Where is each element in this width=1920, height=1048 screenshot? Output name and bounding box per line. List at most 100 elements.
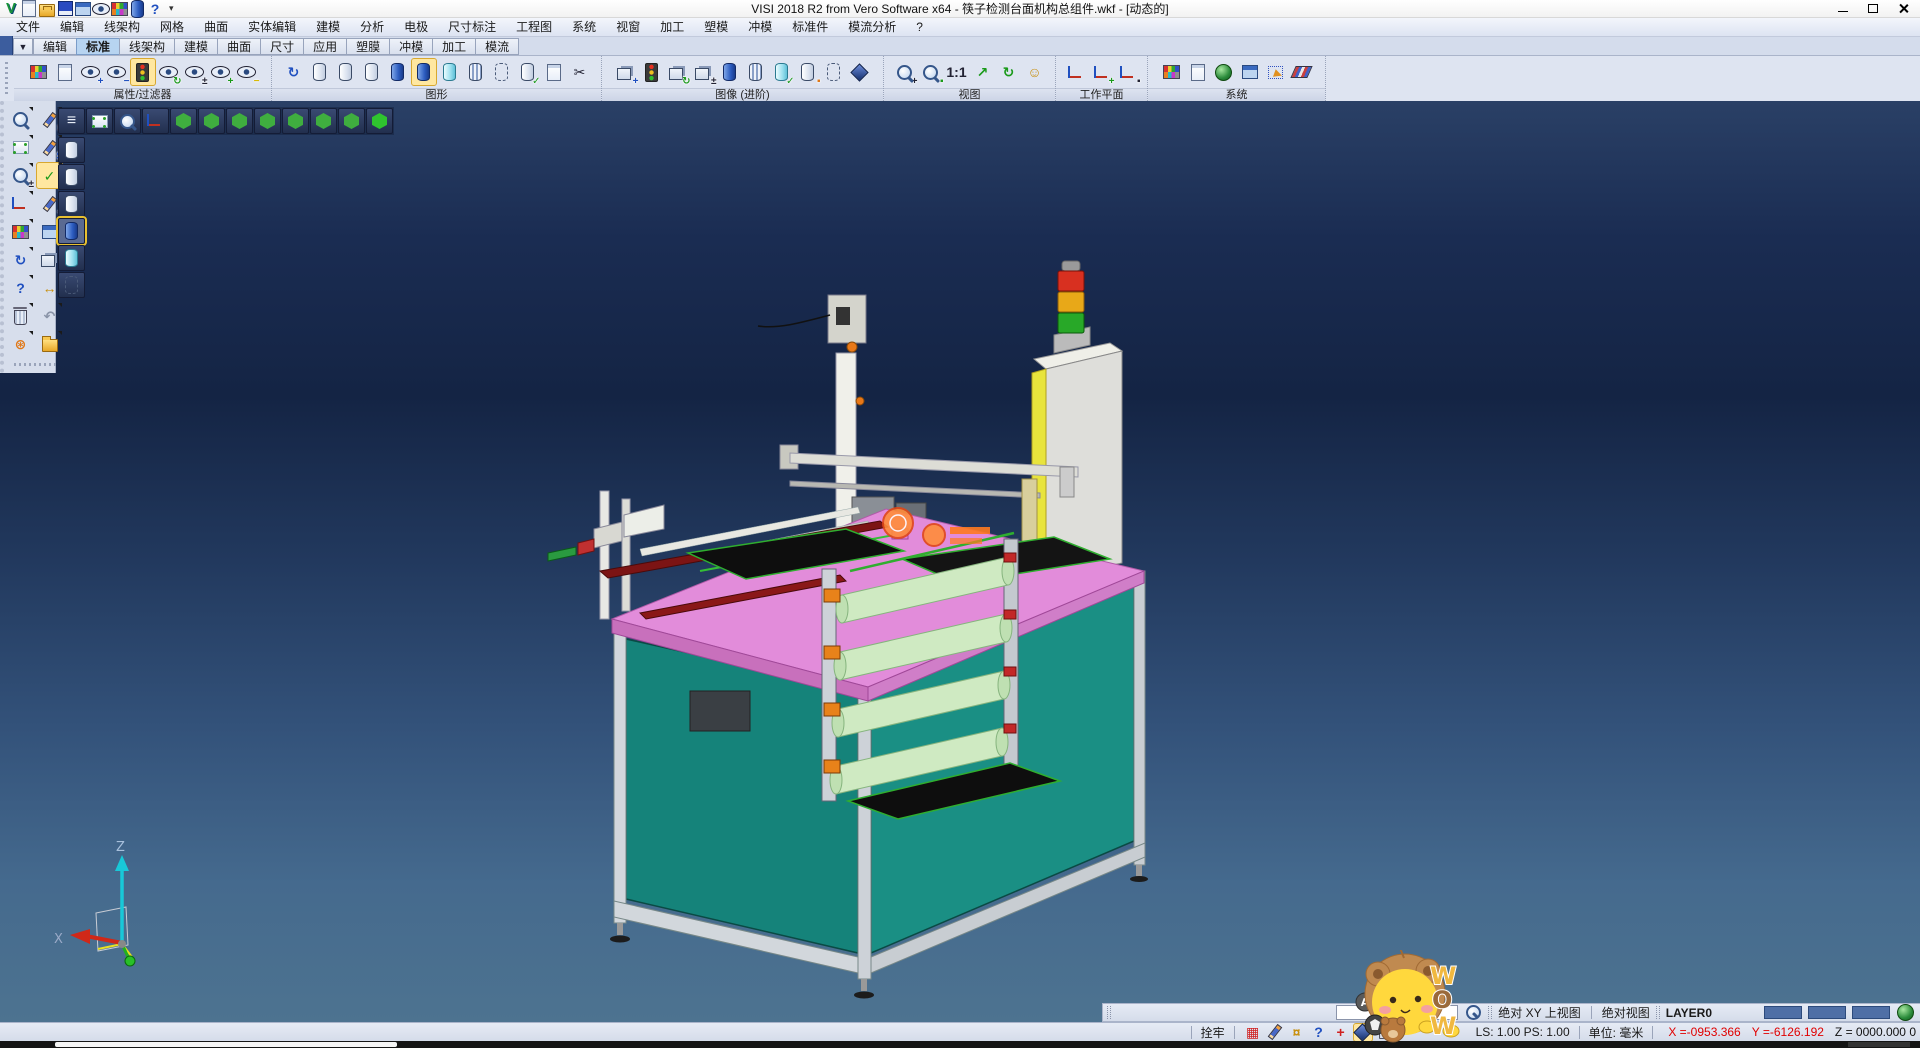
- tab[interactable]: 尺寸: [260, 38, 304, 55]
- zoom-dynamic-icon[interactable]: [8, 107, 33, 132]
- menu-item[interactable]: 编辑: [50, 18, 94, 36]
- render-wire-top-icon[interactable]: [58, 137, 85, 163]
- zoom-extents-icon[interactable]: ±: [8, 163, 33, 188]
- zoom-view-icon[interactable]: [114, 108, 141, 134]
- show-entities-icon[interactable]: +: [79, 59, 103, 85]
- render-icon[interactable]: [128, 1, 146, 17]
- print-icon[interactable]: [74, 1, 92, 17]
- zoom-window-icon[interactable]: [8, 135, 33, 160]
- menu-item[interactable]: 尺寸标注: [438, 18, 506, 36]
- invert-visibility-icon[interactable]: ±: [183, 59, 207, 85]
- tab[interactable]: 线架构: [119, 38, 175, 55]
- tab[interactable]: 编辑: [33, 38, 77, 55]
- menu-item[interactable]: 加工: [650, 18, 694, 36]
- minimize-button[interactable]: [1828, 1, 1858, 17]
- toggle-image-cube-icon[interactable]: ±: [692, 59, 716, 85]
- view-left-icon[interactable]: [282, 108, 309, 134]
- regen-graphics-icon[interactable]: ↻: [282, 59, 306, 85]
- help-icon[interactable]: ?: [146, 1, 164, 17]
- menu-item[interactable]: 工程图: [506, 18, 562, 36]
- menu-item[interactable]: 系统: [562, 18, 606, 36]
- view-front-icon[interactable]: [226, 108, 253, 134]
- refresh-image-cube-icon[interactable]: ↻: [666, 59, 690, 85]
- tab[interactable]: 冲模: [389, 38, 433, 55]
- layer-color-swatch-3[interactable]: [1852, 1006, 1890, 1019]
- menu-item[interactable]: 分析: [350, 18, 394, 36]
- tab[interactable]: 塑膜: [346, 38, 390, 55]
- quick-help-icon[interactable]: ?: [1310, 1024, 1328, 1041]
- refresh-view-icon[interactable]: ↻: [997, 59, 1021, 85]
- menu-item[interactable]: 电极: [394, 18, 438, 36]
- layer-color-swatch-1[interactable]: [1764, 1006, 1802, 1019]
- render-wireframe-icon[interactable]: [58, 164, 85, 190]
- system-globe-icon[interactable]: [1212, 59, 1236, 85]
- regen-view-icon[interactable]: ↻: [8, 247, 33, 272]
- refresh-visibility-icon[interactable]: ↻: [157, 59, 181, 85]
- grid-settings-icon[interactable]: [1290, 59, 1314, 85]
- globe-icon[interactable]: [1896, 1004, 1914, 1021]
- shaded-mode-icon[interactable]: [386, 59, 410, 85]
- tab[interactable]: 应用: [303, 38, 347, 55]
- edit-mode-icon[interactable]: [1266, 1024, 1284, 1041]
- workplane-xyz-icon[interactable]: [1064, 59, 1088, 85]
- delete-icon[interactable]: [8, 303, 33, 328]
- tab[interactable]: 曲面: [217, 38, 261, 55]
- open-file-icon[interactable]: [38, 1, 56, 17]
- striped-cylinder-icon[interactable]: [744, 59, 768, 85]
- grid-toggle-icon[interactable]: ▦: [1244, 1024, 1262, 1041]
- fit-view-icon[interactable]: [86, 108, 113, 134]
- toolbar-grip[interactable]: [1656, 1006, 1660, 1019]
- menu-item[interactable]: 视窗: [606, 18, 650, 36]
- menu-item[interactable]: 文件: [6, 18, 50, 36]
- copy-attributes-icon[interactable]: [53, 59, 77, 85]
- calculator-icon[interactable]: [1186, 59, 1210, 85]
- dynamic-rotate-icon[interactable]: [8, 191, 33, 216]
- maximize-button[interactable]: [1858, 1, 1888, 17]
- isometric-axis-icon[interactable]: [142, 108, 169, 134]
- menu-item[interactable]: 线架构: [94, 18, 150, 36]
- menu-item[interactable]: 建模: [306, 18, 350, 36]
- striped-mode-icon[interactable]: [464, 59, 488, 85]
- wireframe-mode-icon[interactable]: [308, 59, 332, 85]
- section-cut-icon[interactable]: ✂: [568, 59, 592, 85]
- workplane-entity-icon[interactable]: +: [1090, 59, 1114, 85]
- menu-item[interactable]: 标准件: [782, 18, 838, 36]
- save-icon[interactable]: [56, 1, 74, 17]
- shaded-cylinder-icon[interactable]: [718, 59, 742, 85]
- tab[interactable]: 加工: [432, 38, 476, 55]
- view-bottom-icon[interactable]: [198, 108, 225, 134]
- menu-item[interactable]: 模流分析: [838, 18, 906, 36]
- show-all-icon[interactable]: +: [209, 59, 233, 85]
- viewport-canvas[interactable]: ≡: [0, 101, 1920, 1022]
- tab[interactable]: 标准: [76, 38, 120, 55]
- corner-cylinder-icon[interactable]: ▪: [796, 59, 820, 85]
- render-hidden-icon[interactable]: [58, 191, 85, 217]
- wire-cylinder-icon[interactable]: [822, 59, 846, 85]
- shaded-edges-mode-icon[interactable]: [412, 59, 436, 85]
- verified-cylinder-icon[interactable]: ✓: [770, 59, 794, 85]
- visi-app-logo[interactable]: V: [2, 1, 20, 17]
- zoom-window-view-icon[interactable]: ▪: [919, 59, 943, 85]
- tab[interactable]: 模流: [475, 38, 519, 55]
- render-shaded-icon[interactable]: [58, 218, 85, 244]
- tab[interactable]: 建模: [174, 38, 218, 55]
- toolbar-grip[interactable]: [1107, 1006, 1111, 1019]
- menu-item[interactable]: ?: [906, 18, 933, 36]
- wire-solid-mode-icon[interactable]: [490, 59, 514, 85]
- menu-item[interactable]: 塑模: [694, 18, 738, 36]
- hidden-line-mode-icon[interactable]: [334, 59, 358, 85]
- window-settings-icon[interactable]: [1238, 59, 1262, 85]
- view-right-icon[interactable]: [310, 108, 337, 134]
- menu-item[interactable]: 曲面: [194, 18, 238, 36]
- tab-list-arrow-icon[interactable]: ▼: [13, 38, 33, 55]
- color-palette-icon[interactable]: [1160, 59, 1184, 85]
- attributes-layers-icon[interactable]: [8, 219, 33, 244]
- view-orient-face-icon[interactable]: ☺: [1023, 59, 1047, 85]
- render-check-icon[interactable]: ✓: [516, 59, 540, 85]
- preview-eye-icon[interactable]: [92, 1, 110, 17]
- edit-attributes-icon[interactable]: [27, 59, 51, 85]
- palette-icon[interactable]: [110, 1, 128, 17]
- render-mesh-icon[interactable]: [58, 272, 85, 298]
- context-help-icon[interactable]: ?: [8, 275, 33, 300]
- toolbar-drag-handle[interactable]: [8, 359, 63, 369]
